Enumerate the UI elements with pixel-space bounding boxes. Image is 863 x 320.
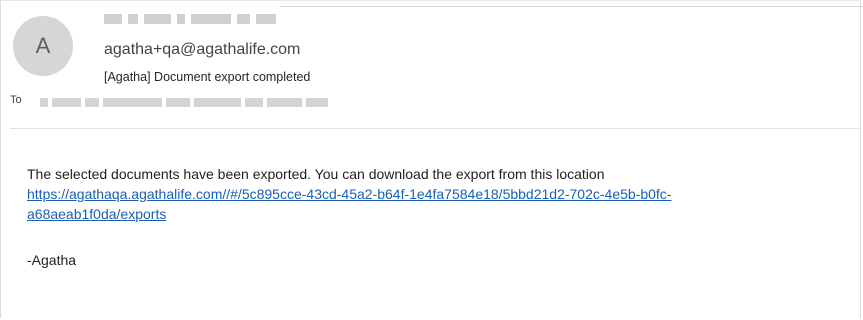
sign-off: -Agatha — [27, 252, 77, 268]
header-divider — [10, 128, 861, 129]
sender-name-redacted — [104, 12, 276, 26]
export-link[interactable]: https://agathaqa.agathalife.com//#/5c895… — [27, 184, 847, 224]
export-link-line1[interactable]: https://agathaqa.agathalife.com//#/5c895… — [27, 186, 671, 202]
header-border — [280, 6, 863, 7]
from-address[interactable]: agatha+qa@agathalife.com — [104, 41, 300, 59]
email-body: The selected documents have been exporte… — [27, 164, 847, 270]
avatar-initial: A — [35, 33, 51, 58]
sender-avatar[interactable]: A — [13, 16, 73, 76]
recipients-redacted — [40, 96, 328, 108]
body-paragraph: The selected documents have been exporte… — [27, 166, 605, 182]
to-label: To — [10, 94, 22, 106]
email-subject: [Agatha] Document export completed — [104, 70, 311, 84]
export-link-line2[interactable]: a68aeab1f0da/exports — [27, 206, 166, 222]
